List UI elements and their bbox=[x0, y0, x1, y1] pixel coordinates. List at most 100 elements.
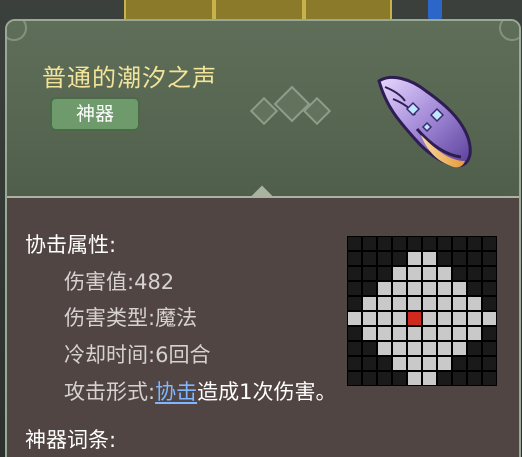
range-cell-active bbox=[423, 252, 436, 265]
range-cell-empty bbox=[378, 237, 391, 250]
cooldown-line: 冷却时间:6回合 bbox=[64, 339, 210, 369]
range-cell-empty bbox=[483, 372, 496, 385]
range-cell-empty bbox=[453, 267, 466, 280]
range-cell-empty bbox=[378, 372, 391, 385]
range-cell-active bbox=[423, 297, 436, 310]
range-cell-active bbox=[438, 297, 451, 310]
range-cell-active bbox=[378, 282, 391, 295]
range-cell-empty bbox=[348, 252, 361, 265]
attack-form-line: 攻击形式:协击造成1次伤害。 bbox=[64, 376, 336, 406]
range-cell-active bbox=[453, 327, 466, 340]
range-cell-empty bbox=[363, 357, 376, 370]
item-tooltip: 普通的潮汐之声 神器 协击属性: 伤害值:482 伤害类型:魔法 冷却时间:6回… bbox=[5, 19, 521, 457]
range-cell-active bbox=[408, 297, 421, 310]
range-cell-active bbox=[438, 312, 451, 325]
range-cell-active bbox=[453, 312, 466, 325]
range-cell-active bbox=[378, 327, 391, 340]
range-cell-empty bbox=[363, 267, 376, 280]
range-cell-active bbox=[423, 372, 436, 385]
range-cell-active bbox=[393, 282, 406, 295]
cooldown-label: 冷却时间: bbox=[64, 343, 156, 367]
range-cell-active bbox=[393, 297, 406, 310]
range-cell-empty bbox=[468, 342, 481, 355]
corner-ornament-icon bbox=[7, 21, 27, 41]
range-cell-active bbox=[438, 267, 451, 280]
range-cell-empty bbox=[363, 282, 376, 295]
range-cell-empty bbox=[408, 237, 421, 250]
artifact-section-title: 神器词条: bbox=[25, 428, 117, 452]
range-cell-active bbox=[393, 357, 406, 370]
damage-value-line: 伤害值:482 bbox=[64, 266, 174, 296]
range-cell-empty bbox=[438, 252, 451, 265]
damage-type-label: 伤害类型: bbox=[64, 306, 156, 330]
range-cell-active bbox=[408, 357, 421, 370]
corner-ornament-icon bbox=[499, 21, 519, 41]
range-cell-active bbox=[423, 282, 436, 295]
range-cell-empty bbox=[393, 372, 406, 385]
range-cell-empty bbox=[483, 237, 496, 250]
range-cell-active bbox=[408, 282, 421, 295]
attack-form-link[interactable]: 协击 bbox=[155, 380, 197, 404]
range-cell-empty bbox=[453, 252, 466, 265]
range-cell-active bbox=[423, 312, 436, 325]
range-cell-active bbox=[363, 312, 376, 325]
range-cell-empty bbox=[483, 267, 496, 280]
range-cell-empty bbox=[363, 372, 376, 385]
range-cell-active bbox=[363, 297, 376, 310]
range-cell-empty bbox=[453, 372, 466, 385]
range-cell-active bbox=[423, 327, 436, 340]
range-cell-active bbox=[363, 327, 376, 340]
attack-section-title: 协击属性: bbox=[25, 233, 117, 257]
damage-type-value: 魔法 bbox=[155, 306, 198, 330]
cooldown-value: 6回合 bbox=[155, 343, 211, 367]
range-cell-active bbox=[378, 312, 391, 325]
range-cell-empty bbox=[453, 357, 466, 370]
range-cell-active bbox=[468, 297, 481, 310]
diamond-ornament-icon bbox=[249, 96, 279, 126]
range-cell-active bbox=[378, 297, 391, 310]
range-cell-active bbox=[468, 312, 481, 325]
range-cell-empty bbox=[348, 237, 361, 250]
range-cell-empty bbox=[483, 357, 496, 370]
range-cell-active bbox=[408, 372, 421, 385]
range-cell-active bbox=[393, 327, 406, 340]
range-cell-empty bbox=[348, 342, 361, 355]
game-screen: 普通的潮汐之声 神器 协击属性: 伤害值:482 伤害类型:魔法 冷却时间:6回… bbox=[0, 0, 522, 457]
range-cell-active bbox=[408, 342, 421, 355]
range-cell-active bbox=[423, 357, 436, 370]
range-cell-empty bbox=[348, 297, 361, 310]
range-cell-empty bbox=[468, 372, 481, 385]
range-cell-active bbox=[468, 327, 481, 340]
range-cell-empty bbox=[483, 327, 496, 340]
range-cell-active bbox=[438, 342, 451, 355]
range-cell-empty bbox=[438, 237, 451, 250]
damage-type-line: 伤害类型:魔法 bbox=[64, 302, 197, 332]
range-cell-active bbox=[393, 312, 406, 325]
range-cell-active bbox=[453, 342, 466, 355]
range-cell-active bbox=[408, 267, 421, 280]
range-cell-empty bbox=[378, 267, 391, 280]
range-cell-active bbox=[393, 267, 406, 280]
range-cell-empty bbox=[468, 252, 481, 265]
range-cell-empty bbox=[363, 252, 376, 265]
range-cell-empty bbox=[363, 237, 376, 250]
item-name: 普通的潮汐之声 bbox=[42, 64, 217, 92]
range-cell-active bbox=[423, 342, 436, 355]
range-cell-empty bbox=[348, 357, 361, 370]
range-cell-active bbox=[393, 342, 406, 355]
range-cell-empty bbox=[348, 282, 361, 295]
range-cell-active bbox=[378, 342, 391, 355]
range-cell-active bbox=[408, 252, 421, 265]
range-cell-active bbox=[438, 282, 451, 295]
range-cell-active bbox=[438, 327, 451, 340]
attack-form-suffix: 造成1次伤害。 bbox=[197, 380, 337, 404]
range-cell-empty bbox=[468, 282, 481, 295]
range-cell-empty bbox=[483, 282, 496, 295]
background-marker-icon bbox=[428, 0, 442, 20]
range-cell-active bbox=[438, 357, 451, 370]
range-cell-empty bbox=[468, 237, 481, 250]
range-cell-empty bbox=[483, 297, 496, 310]
range-cell-center bbox=[408, 312, 421, 325]
attack-range-grid bbox=[347, 236, 497, 386]
range-cell-empty bbox=[348, 327, 361, 340]
